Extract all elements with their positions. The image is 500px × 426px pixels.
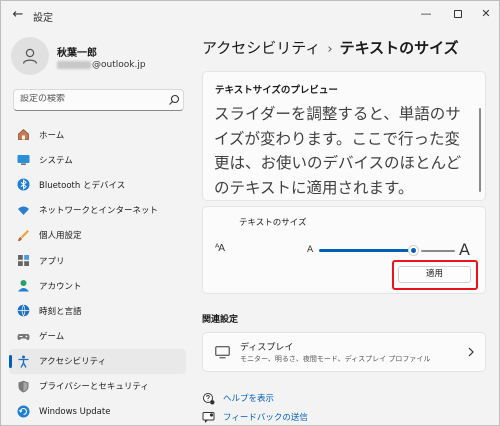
slider-track	[421, 250, 455, 252]
home-icon	[18, 128, 29, 140]
sidebar-item-label: アカウント	[39, 281, 82, 292]
sidebar-item-network[interactable]: ネットワークとインターネット	[9, 198, 186, 223]
slider-min-label: A	[307, 245, 314, 255]
help-icon	[203, 392, 215, 404]
active-indicator	[9, 354, 12, 368]
sidebar-item-privacy-security[interactable]: プライバシーとセキュリティ	[9, 374, 186, 399]
settings-window: ← 設定 — ✕ 秋葉一郎 @outlook.jp ホーム	[0, 0, 500, 426]
back-button[interactable]: ←	[9, 6, 27, 24]
sidebar-item-label: システム	[39, 155, 73, 166]
sidebar-item-gaming[interactable]: ゲーム	[9, 324, 186, 349]
sidebar-item-windows-update[interactable]: Windows Update	[9, 399, 186, 424]
person-icon	[22, 48, 38, 64]
system-icon	[17, 155, 30, 165]
breadcrumb: アクセシビリティ › テキストのサイズ	[202, 37, 459, 58]
bluetooth-icon	[17, 178, 30, 191]
sidebar-item-label: Windows Update	[39, 406, 111, 417]
gaming-icon	[17, 333, 30, 340]
sidebar-item-label: Bluetooth とデバイス	[39, 180, 126, 191]
sidebar-item-label: ゲーム	[39, 332, 65, 343]
sidebar-item-system[interactable]: システム	[9, 147, 186, 172]
network-icon	[18, 206, 29, 215]
text-size-preview-card: テキストサイズのプレビュー スライダーを調整すると、単語のサイズが変わります。こ…	[202, 71, 486, 201]
slider-track-filled	[319, 249, 411, 252]
shield-icon	[18, 380, 29, 393]
sidebar-item-accessibility[interactable]: アクセシビリティ	[9, 348, 186, 374]
text-size-slider[interactable]	[319, 244, 455, 258]
maximize-button[interactable]	[445, 4, 471, 24]
display-settings-row[interactable]: ディスプレイ モニター、明るさ、夜間モード、ディスプレイ プロファイル	[202, 332, 486, 372]
feedback-link-text[interactable]: フィードバックの送信	[223, 411, 308, 423]
sidebar-item-label: ネットワークとインターネット	[39, 206, 159, 217]
accessibility-icon	[18, 355, 29, 368]
preview-scrollbar[interactable]	[479, 108, 481, 192]
title-bar: ← 設定 — ✕	[1, 1, 499, 29]
text-size-card: テキストのサイズ ᴬA A A 適用	[202, 206, 486, 294]
apply-button[interactable]: 適用	[398, 266, 471, 283]
display-title: ディスプレイ	[240, 343, 294, 353]
brush-icon	[18, 229, 29, 241]
redacted-email-user	[57, 60, 91, 69]
feedback-link[interactable]: フィードバックの送信	[202, 409, 308, 425]
preview-text: スライダーを調整すると、単語のサイズが変わります。ここで行った変更は、お使いのデ…	[214, 105, 462, 197]
email-domain: @outlook.jp	[92, 60, 146, 70]
page-title: テキストのサイズ	[339, 39, 459, 57]
chevron-right-icon	[468, 347, 474, 357]
sidebar-item-label: ホーム	[39, 130, 65, 141]
sidebar-item-time-language[interactable]: 時刻と言語	[9, 298, 186, 323]
sidebar-item-label: 時刻と言語	[39, 306, 82, 317]
slider-thumb[interactable]	[408, 245, 419, 256]
avatar[interactable]	[11, 37, 49, 75]
search-box[interactable]	[13, 89, 184, 111]
window-title: 設定	[33, 13, 53, 24]
breadcrumb-parent[interactable]: アクセシビリティ	[202, 39, 320, 57]
account-icon	[18, 280, 29, 292]
breadcrumb-separator: ›	[327, 42, 333, 57]
help-link-text[interactable]: ヘルプを表示	[223, 392, 274, 404]
search-icon[interactable]	[168, 94, 180, 106]
feedback-icon	[202, 411, 215, 423]
slider-max-label: A	[459, 240, 470, 259]
preview-title: テキストサイズのプレビュー	[215, 85, 338, 96]
search-input[interactable]	[20, 94, 160, 104]
slider-thumb-dot	[411, 248, 416, 253]
sidebar-item-home[interactable]: ホーム	[9, 122, 186, 147]
monitor-icon	[215, 346, 230, 359]
update-icon	[17, 405, 30, 418]
apps-icon	[18, 254, 29, 266]
maximize-icon	[454, 10, 462, 18]
text-size-icon: ᴬA	[215, 243, 225, 254]
sidebar-item-label: 個人用設定	[39, 231, 82, 242]
sidebar-item-label: アクセシビリティ	[39, 357, 107, 368]
sidebar-item-label: アプリ	[39, 256, 65, 267]
apply-button-highlight: 適用	[392, 260, 478, 290]
sidebar-item-apps[interactable]: アプリ	[9, 248, 186, 273]
close-button[interactable]: ✕	[473, 4, 499, 24]
sidebar-item-accounts[interactable]: アカウント	[9, 273, 186, 298]
user-name: 秋葉一郎	[57, 48, 97, 59]
sidebar-nav: ホーム システム Bluetooth とデバイス ネットワークとインターネット	[9, 122, 186, 424]
help-link[interactable]: ヘルプを表示	[202, 390, 274, 406]
time-language-icon	[17, 305, 30, 317]
sidebar-item-bluetooth[interactable]: Bluetooth とデバイス	[9, 172, 186, 197]
sidebar-item-label: プライバシーとセキュリティ	[39, 382, 149, 393]
minimize-button[interactable]: —	[413, 4, 439, 24]
sidebar-item-personalization[interactable]: 個人用設定	[9, 223, 186, 248]
user-email: @outlook.jp	[57, 60, 146, 70]
related-settings-header: 関連設定	[202, 315, 239, 325]
display-subtitle: モニター、明るさ、夜間モード、ディスプレイ プロファイル	[240, 355, 431, 363]
text-size-label: テキストのサイズ	[239, 218, 307, 228]
